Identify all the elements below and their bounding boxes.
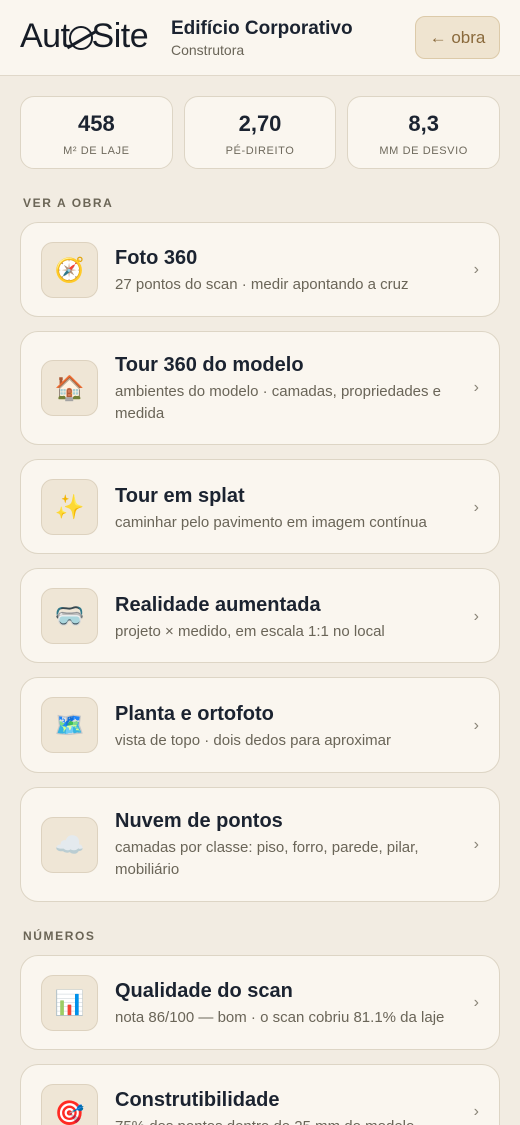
card-description: nota 86/100 — bom · o scan cobriu 81.1% … bbox=[115, 1009, 445, 1026]
card-description: 27 pontos do scan · medir apontando a cr… bbox=[115, 276, 409, 293]
card-constructability[interactable]: 🎯 Construtibilidade 75% dos pontos dentr… bbox=[20, 1064, 500, 1125]
stat-value: 458 bbox=[77, 111, 115, 136]
card-title: Construtibilidade bbox=[115, 1089, 280, 1111]
chevron-right-icon: › bbox=[473, 379, 479, 396]
card-title: Nuvem de pontos bbox=[115, 810, 283, 832]
chevron-right-icon: › bbox=[473, 608, 479, 625]
card-description: projeto × medido, em escala 1:1 no local bbox=[115, 623, 385, 640]
card-plan-orthophoto[interactable]: 🗺️ Planta e ortofoto vista de topo · doi… bbox=[20, 677, 500, 773]
cloud-icon: ☁️ bbox=[41, 817, 98, 873]
logo-ring-icon bbox=[68, 26, 93, 50]
chevron-right-icon: › bbox=[473, 836, 479, 853]
project-subtitle: Construtora bbox=[171, 42, 245, 58]
app-header: Aut Site Edifício Corporativo Construtora… bbox=[0, 0, 520, 76]
stat-label: M² DE LAJE bbox=[63, 145, 130, 157]
card-title: Tour 360 do modelo bbox=[115, 354, 304, 376]
section-label-numbers: NÚMEROS bbox=[23, 929, 96, 943]
chevron-right-icon: › bbox=[473, 717, 479, 734]
card-title: Realidade aumentada bbox=[115, 594, 321, 616]
stat-label: PÉ-DIREITO bbox=[225, 145, 295, 157]
autosite-logo[interactable]: Aut Site bbox=[20, 16, 149, 56]
card-description: caminhar pelo pavimento em imagem contín… bbox=[115, 514, 427, 531]
bar-chart-icon: 📊 bbox=[41, 975, 98, 1031]
stat-deviation: 8,3 MM DE DESVIO bbox=[347, 96, 501, 169]
stats-row: 458 M² DE LAJE 2,70 PÉ-DIREITO 8,3 MM DE… bbox=[20, 96, 501, 169]
goggles-icon: 🥽 bbox=[41, 588, 98, 644]
card-description: 75% dos pontos dentro de 25 mm do modelo bbox=[115, 1116, 460, 1125]
card-description: camadas por classe: piso, forro, parede,… bbox=[115, 839, 419, 878]
card-photo-360[interactable]: 🧭 Foto 360 27 pontos do scan · medir apo… bbox=[20, 222, 500, 317]
section-label-view: VER A OBRA bbox=[23, 196, 114, 210]
card-splat-tour[interactable]: ✨ Tour em splat caminhar pelo pavimento … bbox=[20, 459, 500, 554]
stat-ceiling-height: 2,70 PÉ-DIREITO bbox=[183, 96, 337, 169]
card-title: Qualidade do scan bbox=[115, 980, 293, 1002]
card-point-cloud[interactable]: ☁️ Nuvem de pontos camadas por classe: p… bbox=[20, 787, 500, 902]
chevron-right-icon: › bbox=[473, 994, 479, 1011]
project-info: Edifício Corporativo Construtora bbox=[171, 18, 353, 58]
card-title: Planta e ortofoto bbox=[115, 703, 274, 725]
compass-icon: 🧭 bbox=[41, 242, 98, 298]
card-scan-quality[interactable]: 📊 Qualidade do scan nota 86/100 — bom · … bbox=[20, 955, 500, 1050]
card-title: Tour em splat bbox=[115, 485, 245, 507]
target-icon: 🎯 bbox=[41, 1084, 98, 1125]
stat-slab-area: 458 M² DE LAJE bbox=[20, 96, 173, 169]
back-to-project-button[interactable]: ← obra bbox=[415, 16, 500, 59]
chevron-right-icon: › bbox=[473, 261, 479, 278]
world-map-icon: 🗺️ bbox=[41, 697, 98, 753]
house-icon: 🏠 bbox=[41, 360, 98, 416]
chevron-right-icon: › bbox=[473, 499, 479, 516]
project-title: Edifício Corporativo bbox=[171, 18, 353, 39]
card-model-tour-360[interactable]: 🏠 Tour 360 do modelo ambientes do modelo… bbox=[20, 331, 500, 445]
stat-label: MM DE DESVIO bbox=[379, 145, 468, 157]
card-augmented-reality[interactable]: 🥽 Realidade aumentada projeto × medido, … bbox=[20, 568, 500, 663]
stat-value: 2,70 bbox=[238, 111, 282, 136]
card-description: vista de topo · dois dedos para aproxima… bbox=[115, 732, 391, 749]
chevron-right-icon: › bbox=[473, 1103, 479, 1120]
stat-value: 8,3 bbox=[408, 111, 439, 136]
card-description: ambientes do modelo · camadas, proprieda… bbox=[115, 383, 442, 422]
card-title: Foto 360 bbox=[115, 247, 198, 269]
sparkles-icon: ✨ bbox=[41, 479, 98, 535]
